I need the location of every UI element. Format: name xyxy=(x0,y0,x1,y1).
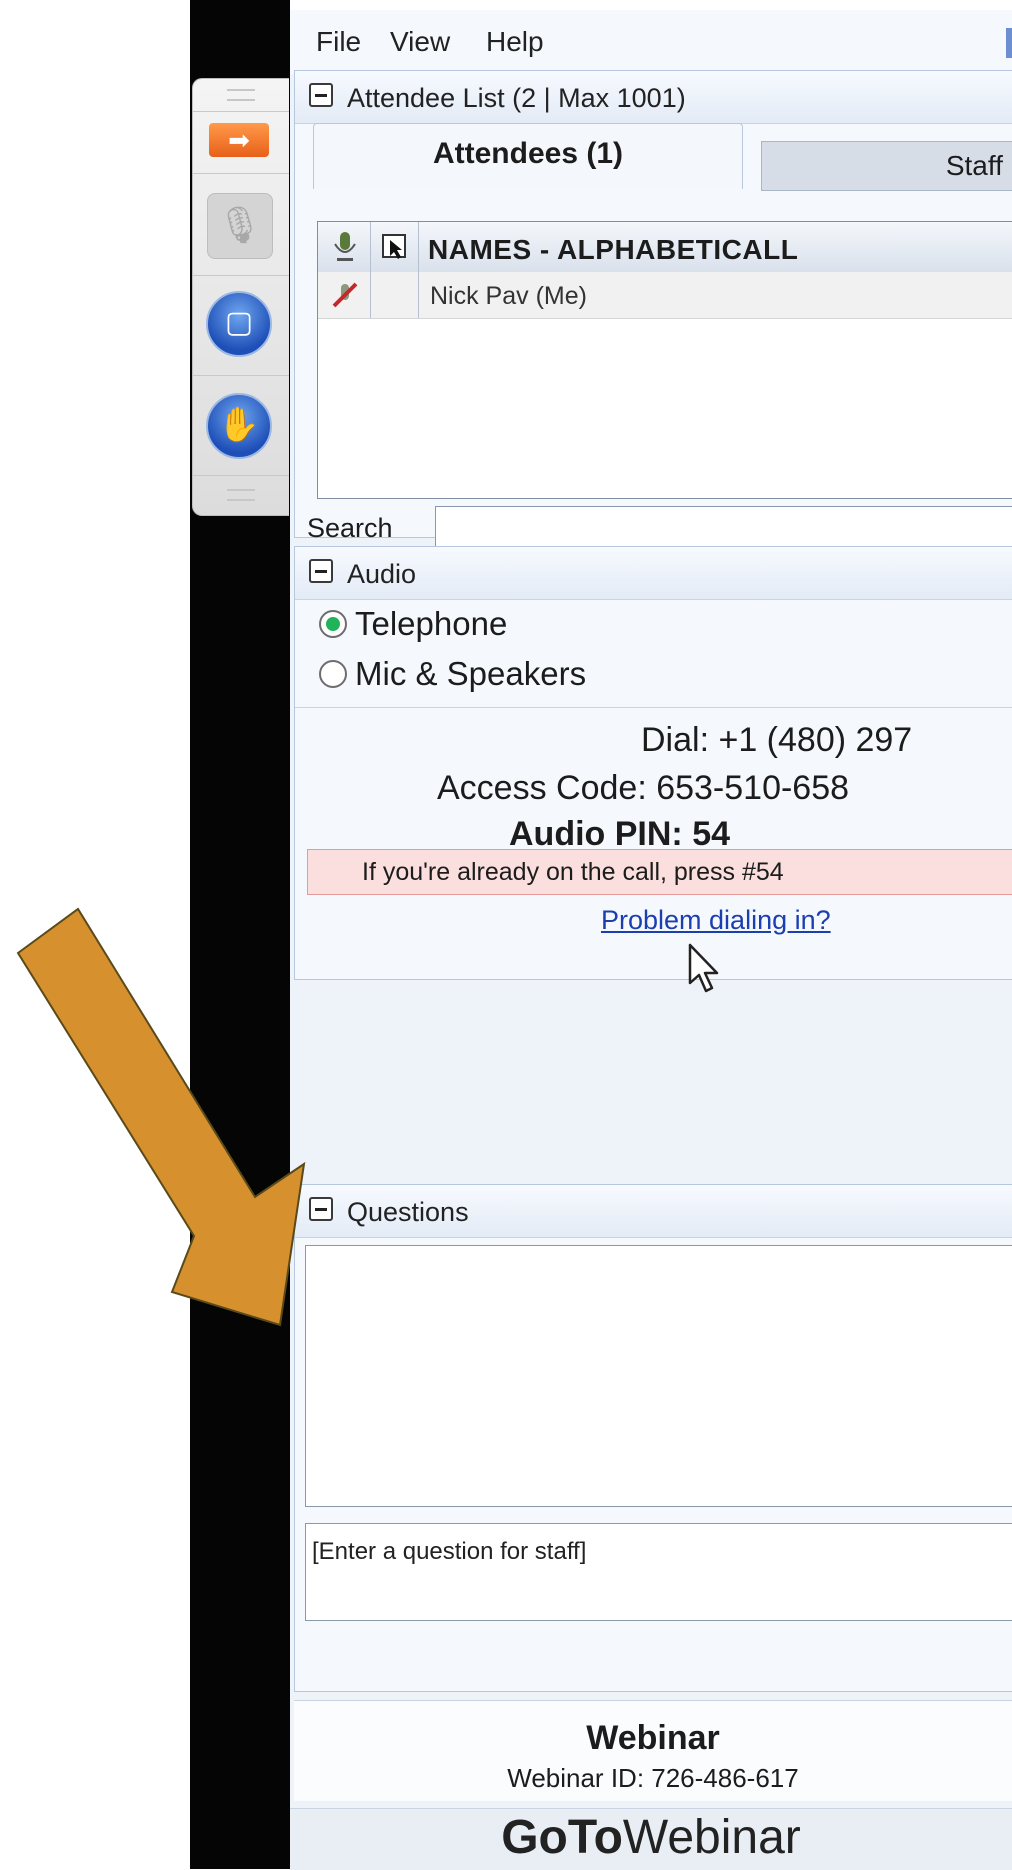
questions-header[interactable]: Questions xyxy=(295,1185,1012,1238)
mic-muted-icon[interactable] xyxy=(330,280,360,310)
names-column-header[interactable]: NAMES - ALPHABETICALL xyxy=(428,234,798,266)
dial-number: Dial: +1 (480) 297 xyxy=(641,721,913,759)
webcam-icon[interactable] xyxy=(380,232,410,262)
logo-goto: GoTo xyxy=(501,1811,623,1864)
grid-header: NAMES - ALPHABETICALL xyxy=(318,222,1012,273)
mic-speakers-option[interactable]: Mic & Speakers xyxy=(319,655,586,693)
audio-title: Audio xyxy=(347,559,417,589)
audio-header[interactable]: Audio xyxy=(295,547,1012,600)
webinar-id: Webinar ID: 726-486-617 xyxy=(507,1763,799,1793)
problem-dialing-link[interactable]: Problem dialing in? xyxy=(601,905,831,936)
tab-staff[interactable]: Staff ( xyxy=(761,141,1012,191)
questions-panel: Questions [Enter a question for staff] xyxy=(294,1184,1012,1692)
column-divider xyxy=(418,222,419,272)
column-divider xyxy=(418,272,419,318)
menu-help[interactable]: Help xyxy=(486,26,544,58)
mic-speakers-radio[interactable] xyxy=(319,660,347,688)
tab-attendees[interactable]: Attendees (1) xyxy=(313,123,743,189)
column-divider xyxy=(370,222,371,272)
question-input[interactable]: [Enter a question for staff] xyxy=(305,1523,1012,1621)
audio-divider xyxy=(295,707,1012,708)
already-on-call-alert: If you're already on the call, press #54 xyxy=(307,849,1012,895)
attendee-list-title: Attendee List (2 | Max 1001) xyxy=(347,83,686,113)
telephone-label: Telephone xyxy=(355,605,508,642)
column-divider xyxy=(370,272,371,318)
menu-view[interactable]: View xyxy=(390,26,450,58)
menu-bar: File View Help xyxy=(290,10,1012,74)
attendee-name: Nick Pav (Me) xyxy=(430,282,587,310)
microphone-icon[interactable] xyxy=(330,230,360,264)
gotowebinar-logo: GoToWebinar xyxy=(290,1808,1012,1870)
access-code: Access Code: 653-510-658 xyxy=(437,769,850,807)
attendee-grid: NAMES - ALPHABETICALL Nick Pav (Me) xyxy=(317,221,1012,499)
attendee-list-panel: Attendee List (2 | Max 1001) Attendees (… xyxy=(294,70,1012,554)
gotowebinar-control-panel: File View Help Attendee List (2 | Max 10… xyxy=(290,10,1012,1870)
logo-webinar: Webinar xyxy=(622,1811,801,1864)
questions-title: Questions xyxy=(347,1197,469,1227)
window-edge-icon xyxy=(1006,28,1012,58)
attendee-tabs: Attendees (1) Staff ( xyxy=(295,123,1012,191)
webinar-info: Webinar Webinar ID: 726-486-617 xyxy=(294,1700,1012,1801)
audio-panel: Audio Telephone Mic & Speakers Dial: +1 … xyxy=(294,546,1012,993)
annotation-arrow-icon xyxy=(16,907,306,1327)
attendee-list-header[interactable]: Attendee List (2 | Max 1001) xyxy=(295,71,1012,124)
telephone-option[interactable]: Telephone xyxy=(319,605,507,643)
mic-speakers-label: Mic & Speakers xyxy=(355,655,587,692)
webinar-title: Webinar xyxy=(586,1719,720,1757)
table-row[interactable]: Nick Pav (Me) xyxy=(318,272,1012,319)
telephone-radio[interactable] xyxy=(319,610,347,638)
mouse-cursor-icon xyxy=(687,943,727,999)
menu-file[interactable]: File xyxy=(316,26,361,58)
questions-log[interactable] xyxy=(305,1245,1012,1507)
